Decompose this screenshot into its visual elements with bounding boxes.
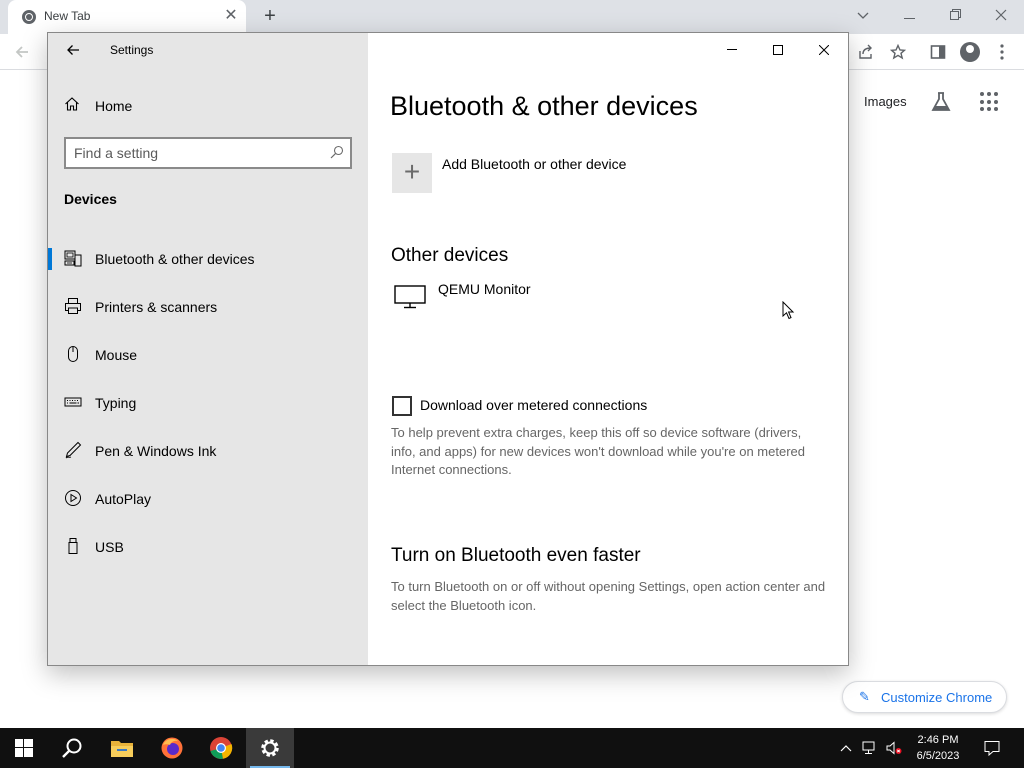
clock-date: 6/5/2023: [916, 750, 960, 762]
chrome-menu-icon[interactable]: [990, 40, 1014, 64]
autoplay-icon: [65, 490, 81, 506]
chrome-icon: [210, 737, 233, 759]
profile-avatar-icon[interactable]: [960, 42, 980, 62]
action-center-icon[interactable]: [984, 740, 1000, 757]
other-devices-heading: Other devices: [391, 245, 509, 266]
pen-icon: [65, 441, 82, 459]
metered-label: Download over metered connections: [420, 397, 648, 413]
chrome-restore-button[interactable]: [932, 0, 978, 30]
chrome-close-button[interactable]: [978, 0, 1024, 30]
file-explorer-icon: [111, 741, 133, 757]
sidebar-item-mouse[interactable]: Mouse: [48, 332, 368, 376]
find-setting-search[interactable]: [64, 137, 352, 169]
start-button[interactable]: [0, 728, 48, 768]
home-icon: [65, 97, 79, 111]
mouse-cursor-icon: [782, 301, 795, 320]
side-panel-icon[interactable]: [926, 40, 950, 64]
settings-gear-icon: [261, 739, 279, 757]
pencil-icon: ✎: [859, 689, 870, 704]
google-apps-icon[interactable]: [980, 92, 1000, 112]
bluetooth-faster-help: To turn Bluetooth on or off without open…: [391, 579, 826, 613]
tab-search-icon[interactable]: [840, 0, 886, 30]
sidebar-item-label: Pen & Windows Ink: [95, 443, 217, 459]
metered-connections-option[interactable]: Download over metered connections: [392, 395, 832, 419]
sidebar-item-pen[interactable]: Pen & Windows Ink: [48, 428, 368, 472]
windows-logo-icon: [15, 739, 33, 757]
sidebar-item-printers[interactable]: Printers & scanners: [48, 284, 368, 328]
search-icon[interactable]: [330, 145, 344, 159]
share-icon[interactable]: [854, 40, 878, 64]
taskbar-clock[interactable]: 2:46 PM 6/5/2023: [900, 732, 976, 764]
search-input[interactable]: [74, 144, 314, 162]
customize-chrome-label: Customize Chrome: [881, 690, 993, 705]
usb-icon: [68, 538, 78, 554]
sidebar-item-label: Typing: [95, 395, 137, 411]
show-hidden-icons-chevron-icon[interactable]: [838, 740, 854, 756]
mouse-icon: [68, 346, 78, 362]
settings-taskbar-button[interactable]: [246, 728, 294, 768]
taskbar: 2:46 PM 6/5/2023: [0, 728, 1024, 768]
bookmark-star-icon[interactable]: [886, 40, 910, 64]
chrome-favicon-icon: [22, 10, 36, 24]
search-icon: [62, 738, 82, 758]
close-button[interactable]: [801, 33, 847, 65]
chrome-tab-strip: New Tab ✕ +: [0, 0, 1024, 34]
chrome-tab-new-tab[interactable]: New Tab ✕: [8, 0, 246, 34]
tab-title: New Tab: [44, 9, 91, 23]
sidebar-item-label: USB: [95, 539, 124, 555]
taskbar-search-button[interactable]: [48, 728, 96, 768]
chrome-button[interactable]: [197, 728, 245, 768]
add-device-button[interactable]: + Add Bluetooth or other device: [392, 153, 692, 193]
device-qemu-monitor[interactable]: QEMU Monitor: [392, 281, 692, 313]
chrome-back-icon[interactable]: [10, 40, 34, 64]
sidebar-item-label: AutoPlay: [95, 491, 152, 507]
sidebar-item-label: Printers & scanners: [95, 299, 218, 315]
new-tab-button[interactable]: +: [258, 4, 282, 28]
back-arrow-icon[interactable]: [62, 39, 84, 61]
section-heading-devices: Devices: [64, 191, 117, 207]
printer-icon: [65, 298, 81, 314]
network-icon[interactable]: [862, 740, 878, 756]
clock-time: 2:46 PM: [917, 734, 959, 746]
sidebar-item-typing[interactable]: Typing: [48, 380, 368, 424]
monitor-icon: [394, 285, 426, 309]
nav-home[interactable]: Home: [64, 95, 354, 119]
page-title: Bluetooth & other devices: [390, 91, 698, 121]
minimize-button[interactable]: [709, 33, 755, 65]
metered-help-text: To help prevent extra charges, keep this…: [391, 425, 805, 477]
sidebar-item-bluetooth[interactable]: Bluetooth & other devices: [48, 236, 368, 280]
device-name: QEMU Monitor: [438, 281, 531, 297]
labs-flask-icon[interactable]: [930, 91, 952, 113]
plus-icon: +: [392, 153, 432, 193]
sidebar-item-usb[interactable]: USB: [48, 524, 368, 568]
selected-indicator: [48, 248, 52, 270]
settings-main-panel: Bluetooth & other devices + Add Bluetoot…: [368, 33, 848, 665]
metered-checkbox[interactable]: [392, 396, 412, 416]
customize-chrome-button[interactable]: ✎ Customize Chrome: [842, 681, 1007, 713]
keyboard-icon: [64, 397, 82, 407]
firefox-icon: [161, 737, 183, 759]
bluetooth-devices-icon: [64, 250, 82, 267]
chrome-minimize-button[interactable]: [886, 0, 932, 30]
nav-home-label: Home: [95, 98, 133, 114]
add-device-label: Add Bluetooth or other device: [442, 156, 627, 172]
firefox-button[interactable]: [148, 728, 196, 768]
settings-sidebar: Settings Home Devices Bluetooth & other …: [48, 33, 368, 665]
images-link[interactable]: Images: [864, 94, 907, 109]
file-explorer-button[interactable]: [98, 728, 146, 768]
tab-close-icon[interactable]: ✕: [222, 7, 240, 25]
maximize-button[interactable]: [755, 33, 801, 65]
window-title: Settings: [110, 43, 154, 57]
sidebar-item-label: Mouse: [95, 347, 138, 363]
bluetooth-faster-heading: Turn on Bluetooth even faster: [391, 545, 641, 566]
settings-window: Settings Home Devices Bluetooth & other …: [47, 32, 849, 666]
sidebar-item-label: Bluetooth & other devices: [95, 251, 255, 267]
sidebar-item-autoplay[interactable]: AutoPlay: [48, 476, 368, 520]
